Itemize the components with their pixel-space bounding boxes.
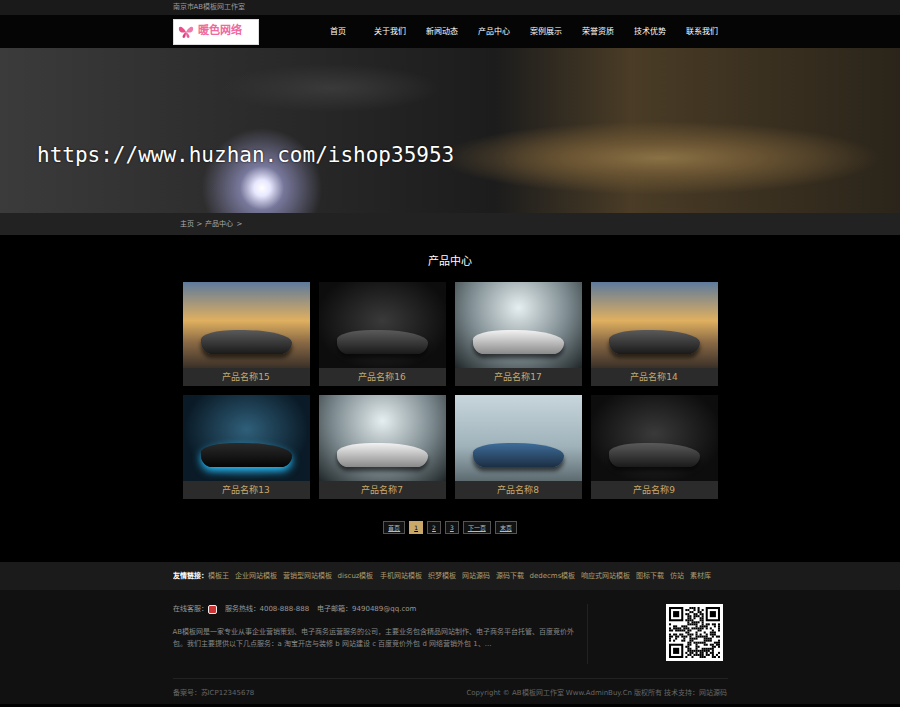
- nav-item[interactable]: 关于我们: [364, 26, 416, 38]
- header: 暖色网络 首页关于我们新闻动态产品中心案例展示荣誉资质技术优势联系我们: [0, 15, 900, 48]
- product-image[interactable]: [591, 282, 718, 368]
- product-card[interactable]: 产品名称15: [183, 282, 310, 386]
- product-card[interactable]: 产品名称13: [183, 395, 310, 499]
- pagination: 首页 123 下一页末页: [0, 521, 900, 534]
- section-title: 产品中心: [0, 255, 900, 269]
- friend-links-bar: 友情链接：模板王企业网站模板营销型网站模板 discuz模板手机网站模板织梦模板网…: [0, 562, 900, 590]
- logo-text: 暖色网络: [198, 23, 242, 40]
- nav-item[interactable]: 新闻动态: [416, 26, 468, 38]
- product-name[interactable]: 产品名称16: [319, 368, 446, 386]
- banner: https://www.huzhan.com/ishop35953: [0, 48, 900, 213]
- product-grid: 产品名称15 产品名称16 产品名称17 产品名称14 产品名称13 产品名称7 产品名称8…: [183, 282, 718, 499]
- product-card[interactable]: 产品名称7: [319, 395, 446, 499]
- hotline: 服务热线：4008-888-888: [225, 604, 310, 614]
- main-nav: 首页关于我们新闻动态产品中心案例展示荣誉资质技术优势联系我们: [312, 26, 728, 38]
- butterfly-icon: [178, 24, 194, 40]
- page-button[interactable]: 3: [445, 521, 459, 534]
- product-name[interactable]: 产品名称13: [183, 481, 310, 499]
- page-button[interactable]: 2: [427, 521, 441, 534]
- friend-link[interactable]: dedecms模板: [530, 572, 576, 580]
- product-image[interactable]: [591, 395, 718, 481]
- nav-item[interactable]: 首页: [312, 26, 364, 38]
- friend-link[interactable]: 企业网站模板: [235, 572, 277, 580]
- footer-bottom: 备案号：苏ICP12345678 Copyright © AB模板网工作室 Www…: [173, 678, 728, 704]
- friend-link[interactable]: 仿站: [670, 572, 684, 580]
- about-text: AB模板网是一家专业从事企业营销策划、电子商务运营服务的公司，主要业务包含精品网…: [173, 626, 579, 650]
- breadcrumb: 主页>产品中心>: [173, 213, 728, 235]
- contact-line: 在线客服： 服务热线：4008-888-888 电子邮箱：9490489@qq.co…: [173, 604, 579, 614]
- friend-link[interactable]: 网站源码: [462, 572, 490, 580]
- copyright: Copyright © AB模板网工作室 Www.AdminBuy.Cn 版权所…: [466, 688, 727, 698]
- friend-link[interactable]: 织梦模板: [428, 572, 456, 580]
- friend-link[interactable]: 源码下载: [496, 572, 524, 580]
- product-card[interactable]: 产品名称17: [455, 282, 582, 386]
- breadcrumb-item[interactable]: 主页: [180, 220, 194, 228]
- friend-link[interactable]: 模板王: [208, 572, 229, 580]
- product-card[interactable]: 产品名称8: [455, 395, 582, 499]
- product-section: 产品中心 产品名称15 产品名称16 产品名称17 产品名称14 产品名称13 产品名称7…: [0, 235, 900, 562]
- friend-link[interactable]: 响应式网站模板: [581, 572, 630, 580]
- friend-links-label: 友情链接：: [173, 572, 208, 580]
- top-bar: 南京市AB模板网工作室: [0, 0, 900, 15]
- product-image[interactable]: [183, 282, 310, 368]
- nav-item[interactable]: 技术优势: [624, 26, 676, 38]
- page-button[interactable]: 1: [409, 521, 423, 534]
- breadcrumb-item[interactable]: 产品中心: [205, 220, 233, 228]
- nav-item[interactable]: 荣誉资质: [572, 26, 624, 38]
- breadcrumb-bar: 主页>产品中心>: [0, 213, 900, 235]
- breadcrumb-separator: >: [236, 220, 242, 228]
- qr-code-icon: [666, 604, 723, 661]
- product-image[interactable]: [455, 282, 582, 368]
- breadcrumb-separator: >: [197, 220, 203, 228]
- nav-item[interactable]: 案例展示: [520, 26, 572, 38]
- product-card[interactable]: 产品名称9: [591, 395, 718, 499]
- product-name[interactable]: 产品名称15: [183, 368, 310, 386]
- page-button[interactable]: 首页: [383, 521, 405, 534]
- friend-link[interactable]: 营销型网站模板: [283, 572, 332, 580]
- product-name[interactable]: 产品名称9: [591, 481, 718, 499]
- online-service[interactable]: 在线客服：: [173, 604, 217, 614]
- online-label: 在线客服：: [173, 605, 208, 613]
- friend-link[interactable]: 图标下载: [636, 572, 664, 580]
- email: 电子邮箱：9490489@qq.com: [317, 604, 416, 614]
- product-image[interactable]: [319, 282, 446, 368]
- product-card[interactable]: 产品名称16: [319, 282, 446, 386]
- top-text: 南京市AB模板网工作室: [173, 0, 728, 15]
- logo[interactable]: 暖色网络: [173, 19, 259, 45]
- footer: 在线客服： 服务热线：4008-888-888 电子邮箱：9490489@qq.co…: [0, 590, 900, 704]
- product-image[interactable]: [455, 395, 582, 481]
- friend-link[interactable]: discuz模板: [338, 572, 374, 580]
- product-image[interactable]: [319, 395, 446, 481]
- product-name[interactable]: 产品名称7: [319, 481, 446, 499]
- page-button[interactable]: 末页: [495, 521, 517, 534]
- product-card[interactable]: 产品名称14: [591, 282, 718, 386]
- product-name[interactable]: 产品名称8: [455, 481, 582, 499]
- friend-link[interactable]: 手机网站模板: [380, 572, 422, 580]
- friend-link[interactable]: 素材库: [690, 572, 711, 580]
- nav-item[interactable]: 产品中心: [468, 26, 520, 38]
- qq-icon[interactable]: [208, 605, 217, 614]
- icp-number: 备案号：苏ICP12345678: [173, 688, 255, 698]
- product-name[interactable]: 产品名称14: [591, 368, 718, 386]
- nav-item[interactable]: 联系我们: [676, 26, 728, 38]
- page-button[interactable]: 下一页: [463, 521, 491, 534]
- footer-info: 在线客服： 服务热线：4008-888-888 电子邮箱：9490489@qq.co…: [173, 604, 588, 664]
- watermark: https://www.huzhan.com/ishop35953: [37, 140, 454, 172]
- friend-links: 友情链接：模板王企业网站模板营销型网站模板 discuz模板手机网站模板织梦模板网…: [173, 562, 728, 590]
- product-image[interactable]: [183, 395, 310, 481]
- product-name[interactable]: 产品名称17: [455, 368, 582, 386]
